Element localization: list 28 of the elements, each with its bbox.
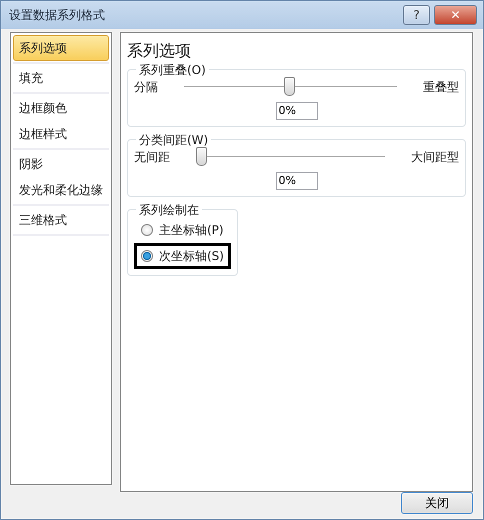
sidebar-item[interactable]: 填充 bbox=[13, 64, 109, 90]
help-button[interactable]: ? bbox=[403, 4, 430, 25]
radio-label[interactable]: 次坐标轴(S) bbox=[159, 246, 224, 264]
sidebar-item[interactable]: 系列选项 bbox=[13, 34, 109, 60]
window-title: 设置数据系列格式 bbox=[9, 6, 106, 24]
group-label: 系列重叠(O) bbox=[138, 62, 207, 76]
radio-button[interactable] bbox=[141, 224, 153, 236]
value-field[interactable]: 0% bbox=[276, 102, 318, 120]
slider-min-label: 分隔 bbox=[134, 79, 158, 96]
group-label: 分类间距(W) bbox=[138, 132, 210, 146]
panel-title: 系列选项 bbox=[127, 40, 192, 62]
sidebar-item[interactable]: 三维格式 bbox=[13, 206, 109, 232]
sidebar-item[interactable]: 边框颜色 bbox=[13, 94, 109, 120]
slider-track[interactable] bbox=[184, 76, 397, 98]
slider-max-label: 大间距型 bbox=[411, 149, 459, 166]
value-field[interactable]: 0% bbox=[276, 172, 318, 190]
radio-label[interactable]: 主坐标轴(P) bbox=[159, 220, 224, 238]
sidebar-item[interactable]: 边框样式 bbox=[13, 120, 109, 146]
group-label: 系列绘制在 bbox=[138, 202, 200, 216]
slider-track[interactable] bbox=[196, 146, 385, 168]
close-dialog-button[interactable]: 关闭 bbox=[401, 492, 473, 514]
slider-thumb[interactable] bbox=[284, 76, 295, 96]
sidebar-item[interactable]: 阴影 bbox=[13, 150, 109, 176]
sidebar-item[interactable]: 发光和柔化边缘 bbox=[13, 176, 109, 202]
slider-min-label: 无间距 bbox=[134, 149, 170, 166]
slider-thumb[interactable] bbox=[196, 146, 207, 166]
radio-button[interactable] bbox=[141, 250, 153, 262]
slider-max-label: 重叠型 bbox=[423, 79, 459, 96]
